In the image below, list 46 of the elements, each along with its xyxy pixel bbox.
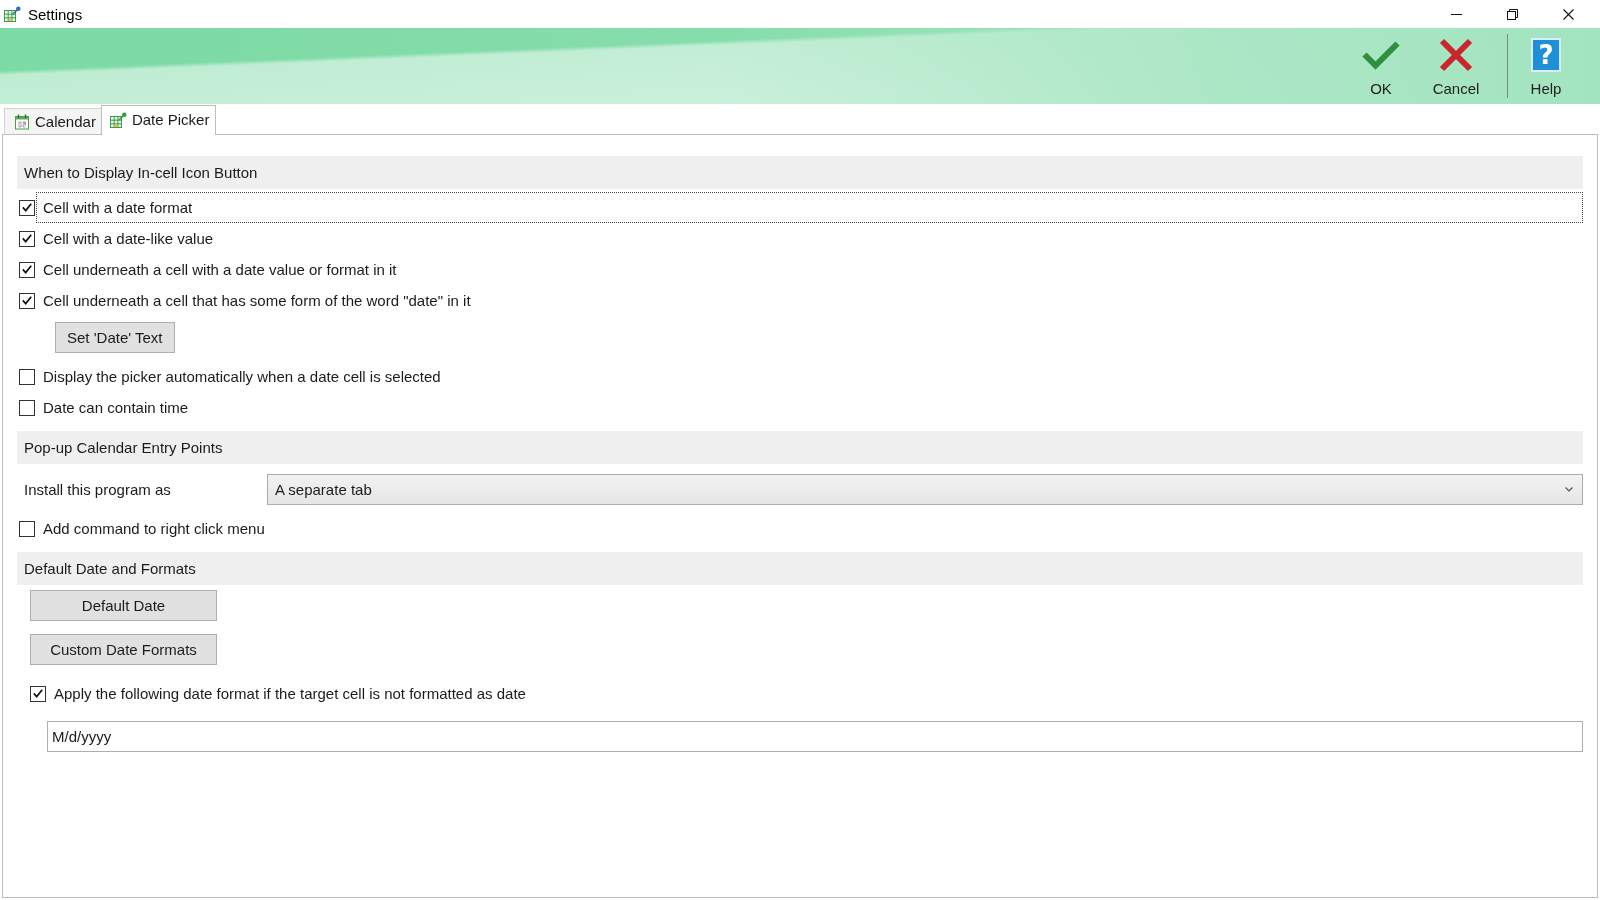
- checkmark-icon: [22, 234, 32, 243]
- checkbox[interactable]: [19, 399, 35, 416]
- window-title: Settings: [28, 5, 83, 23]
- calendar-icon: [14, 113, 30, 130]
- checkbox-label: Add command to right click menu: [42, 519, 266, 539]
- checkbox[interactable]: [19, 368, 35, 385]
- cross-icon: [1439, 38, 1473, 72]
- help-button[interactable]: ? Help: [1514, 28, 1578, 104]
- tab[interactable]: Date Picker: [100, 105, 217, 135]
- checkbox-label: Cell underneath a cell with a date value or format in it: [42, 260, 398, 280]
- checkbox-label: Cell with a date format: [36, 192, 1583, 223]
- text-field[interactable]: M/d/yyyy: [47, 721, 1583, 752]
- minimize-icon: [1450, 13, 1462, 15]
- button[interactable]: Default Date: [30, 590, 217, 621]
- tab[interactable]: Calendar: [4, 108, 103, 134]
- button[interactable]: Custom Date Formats: [30, 634, 217, 665]
- checkbox[interactable]: [19, 230, 35, 247]
- ok-button[interactable]: OK: [1349, 28, 1413, 104]
- section-header: When to Display In-cell Icon Button: [17, 156, 1583, 189]
- section-header: Pop-up Calendar Entry Points: [17, 431, 1583, 464]
- close-icon: [1562, 8, 1574, 20]
- button[interactable]: Set 'Date' Text: [55, 322, 175, 353]
- calendar-pin-icon: [109, 111, 127, 128]
- section-header: Default Date and Formats: [17, 552, 1583, 585]
- checkbox[interactable]: [19, 520, 35, 537]
- chevron-down-icon: [1565, 487, 1573, 492]
- checkmark-icon: [22, 296, 32, 305]
- help-icon: ?: [1531, 38, 1561, 72]
- checkbox-label: Display the picker automatically when a date cell is selected: [42, 367, 442, 387]
- cancel-button[interactable]: Cancel: [1424, 28, 1488, 104]
- checkbox-label: Cell underneath a cell that has some form of the word "date" in it: [42, 291, 472, 311]
- checkbox[interactable]: [19, 199, 35, 216]
- dropdown[interactable]: A separate tab: [267, 474, 1583, 505]
- checkbox[interactable]: [19, 292, 35, 309]
- checkbox[interactable]: [19, 261, 35, 278]
- checkbox-label: Cell with a date-like value: [42, 229, 215, 249]
- checkbox[interactable]: [30, 685, 46, 702]
- checkmark-icon: [22, 203, 32, 212]
- checkbox-label: Date can contain time: [42, 398, 190, 418]
- checkmark-icon: [22, 265, 32, 274]
- app-icon: [4, 6, 21, 22]
- checkbox-label: Apply the following date format if the target cell is not formatted as date: [53, 684, 527, 704]
- restore-icon: [1506, 8, 1518, 20]
- checkmark-icon: [33, 689, 43, 698]
- checkmark-icon: [1361, 39, 1401, 71]
- field-label: Install this program as: [23, 481, 172, 498]
